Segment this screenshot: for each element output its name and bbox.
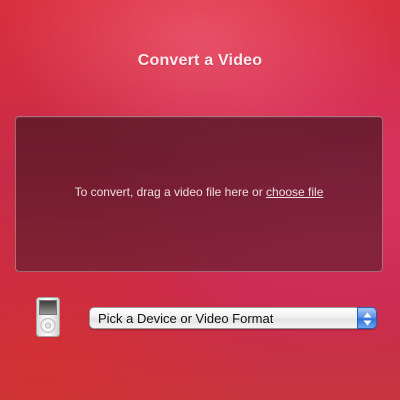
page-title: Convert a Video — [137, 52, 263, 69]
up-down-arrows-icon — [357, 307, 377, 329]
ipod-icon — [36, 297, 60, 337]
video-drop-zone[interactable]: To convert, drag a video file here or ch… — [15, 116, 383, 272]
device-format-select-value: Pick a Device or Video Format — [98, 311, 274, 326]
drop-instructions: To convert, drag a video file here or ch… — [16, 185, 382, 199]
device-format-select[interactable]: Pick a Device or Video Format — [89, 307, 377, 329]
choose-file-link[interactable]: choose file — [266, 185, 323, 199]
drop-instructions-text: To convert, drag a video file here or — [74, 185, 267, 199]
